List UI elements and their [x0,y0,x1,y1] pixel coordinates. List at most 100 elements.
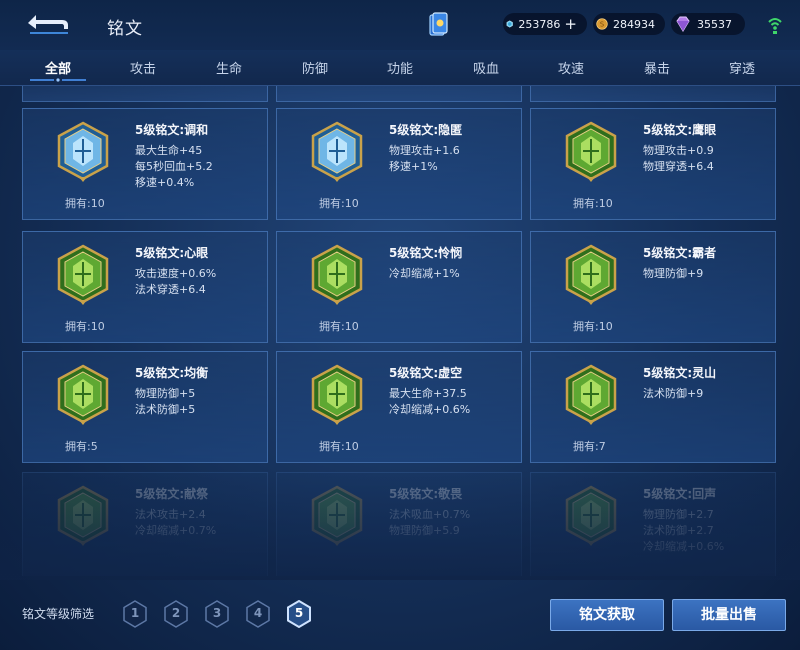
level-filter-1[interactable]: 1 [122,600,148,628]
diamond-amount: 253786 [518,17,561,31]
stat-line: 移速+1% [389,160,438,173]
card-deck-icon[interactable] [428,12,448,38]
inscription-card[interactable]: 5级铭文:虚空 最大生命+37.5 冷却缩减+0.6% 拥有:10 [276,351,522,463]
inscription-name: 5级铭文:怜悯 [389,246,463,260]
owned-count: 拥有:10 [319,197,359,210]
level-filter-2[interactable]: 2 [163,600,189,628]
inscription-stats: 最大生命+45 每5秒回血+5.2 移速+0.4% [135,143,213,191]
tab-crit[interactable]: 暴击 [627,58,687,77]
inscription-name: 5级铭文:虚空 [389,366,463,380]
owned-count: 拥有:10 [65,197,105,210]
stat-line: 法术穿透+6.4 [135,283,206,296]
stat-line: 冷却缩减+1% [389,267,460,280]
add-diamond-button[interactable]: + [564,15,577,33]
tab-lifesteal[interactable]: 吸血 [456,58,516,77]
bulk-sell-button[interactable]: 批量出售 [672,599,786,631]
level-filter-5[interactable]: 5 [286,599,312,629]
inscription-card[interactable]: 5级铭文:怜悯 冷却缩减+1% 拥有:10 [276,231,522,343]
inscription-card[interactable]: 5级铭文:灵山 法术防御+9 拥有:7 [530,351,776,463]
tab-utility[interactable]: 功能 [370,58,430,77]
gold-amount: 284934 [613,17,655,31]
gem-amount: 35537 [697,17,732,31]
inscription-name: 5级铭文:心眼 [135,246,209,260]
level-number: 5 [294,606,304,620]
stat-line: 物理攻击+0.9 [643,144,714,157]
inscription-card[interactable]: 5级铭文:均衡 物理防御+5 法术防御+5 拥有:5 [22,351,268,463]
level-filter-3[interactable]: 3 [204,600,230,628]
stat-line: 冷却缩减+0.6% [389,403,471,416]
level-filter-4[interactable]: 4 [245,600,271,628]
inscription-card[interactable]: 5级铭文:心眼 攻击速度+0.6% 法术穿透+6.4 拥有:10 [22,231,268,343]
bottom-fade-overlay [0,470,800,580]
shield-emblem-icon [565,244,617,305]
card-partial[interactable] [276,86,522,102]
wifi-signal-icon [768,18,782,34]
inscription-name: 5级铭文:调和 [135,123,209,137]
teardrop-emblem-icon [57,121,109,182]
stat-line: 最大生命+45 [135,144,203,157]
page-title: 铭文 [107,19,143,39]
level-number: 4 [253,606,263,620]
inscription-stats: 冷却缩减+1% [389,266,460,282]
purple-gem-icon [676,16,690,32]
inscription-name: 5级铭文:霸者 [643,246,717,260]
hexagon-emblem-icon [311,364,363,425]
stat-line: 物理穿透+6.4 [643,160,714,173]
tab-health[interactable]: 生命 [199,58,259,77]
tab-attack[interactable]: 攻击 [113,58,173,77]
tab-all[interactable]: 全部 [28,58,88,77]
stat-line: 物理防御+5 [135,387,196,400]
diamond-currency: 253786 + [503,13,587,35]
stat-line: 最大生命+37.5 [389,387,467,400]
level-number: 1 [130,606,140,620]
tab-attack-speed[interactable]: 攻速 [541,58,601,77]
stat-line: 法术防御+9 [643,387,704,400]
owned-count: 拥有:10 [319,320,359,333]
inscription-name: 5级铭文:均衡 [135,366,209,380]
level-filter-label: 铭文等级筛选 [22,607,95,621]
flame-emblem-icon [311,121,363,182]
inscription-stats: 最大生命+37.5 冷却缩减+0.6% [389,386,470,418]
inscription-card[interactable]: 5级铭文:鹰眼 物理攻击+0.9 物理穿透+6.4 拥有:10 [530,108,776,220]
inscription-card[interactable]: 5级铭文:隐匿 物理攻击+1.6 移速+1% 拥有:10 [276,108,522,220]
inscription-name: 5级铭文:灵山 [643,366,717,380]
octagon-emblem-icon [565,121,617,182]
gold-coin-icon: S [596,18,608,30]
stat-line: 物理攻击+1.6 [389,144,460,157]
level-number: 2 [171,606,181,620]
svg-text:S: S [600,21,604,29]
star-emblem-icon [311,244,363,305]
owned-count: 拥有:5 [65,440,98,453]
card-partial[interactable] [22,86,268,102]
inscription-stats: 物理攻击+1.6 移速+1% [389,143,460,175]
stat-line: 法术防御+5 [135,403,196,416]
inscription-stats: 攻击速度+0.6% 法术穿透+6.4 [135,266,216,298]
inscription-stats: 物理攻击+0.9 物理穿透+6.4 [643,143,714,175]
stat-line: 移速+0.4% [135,176,195,189]
tab-penetration[interactable]: 穿透 [712,58,772,77]
owned-count: 拥有:10 [573,197,613,210]
inscription-card[interactable]: 5级铭文:调和最大生命+45 每5秒回血+5.2 移速+0.4% 拥有:10 [22,108,268,220]
stat-line: 攻击速度+0.6% [135,267,217,280]
triangle-emblem-icon [565,364,617,425]
back-arrow-icon[interactable] [22,9,72,37]
gem-currency: 35537 [671,13,745,35]
acquire-inscription-button[interactable]: 铭文获取 [550,599,664,631]
inscription-name: 5级铭文:隐匿 [389,123,463,137]
diamond-icon [506,20,513,28]
inscription-stats: 物理防御+9 [643,266,703,282]
owned-count: 拥有:7 [573,440,606,453]
gold-currency: S 284934 [593,13,665,35]
owned-count: 拥有:10 [65,320,105,333]
owned-count: 拥有:10 [573,320,613,333]
diamond-emblem-icon [57,364,109,425]
category-tabs: 全部 攻击 生命 防御 功能 吸血 攻速 暴击 穿透 [0,50,800,86]
hexagon-emblem-icon [57,244,109,305]
inscription-stats: 法术防御+9 [643,386,703,402]
inscription-card[interactable]: 5级铭文:霸者 物理防御+9 拥有:10 [530,231,776,343]
tab-defense[interactable]: 防御 [285,58,345,77]
card-partial[interactable] [530,86,776,102]
inscription-name: 5级铭文:鹰眼 [643,123,717,137]
owned-count: 拥有:10 [319,440,359,453]
level-number: 3 [212,606,222,620]
